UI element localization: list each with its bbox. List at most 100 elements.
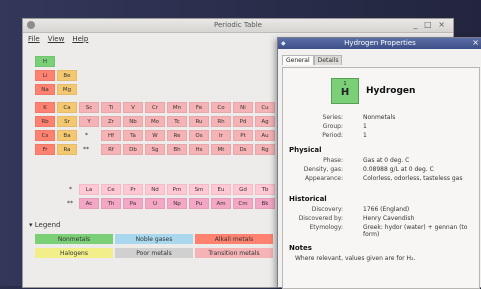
main-window-title: Periodic Table <box>214 21 262 29</box>
legend-nonmetals[interactable]: Nonmetals <box>35 234 113 244</box>
element-cell[interactable]: Sm <box>189 184 209 195</box>
element-cell[interactable]: Cm <box>233 198 253 209</box>
element-cell[interactable]: U <box>145 198 165 209</box>
element-cell[interactable]: Cu <box>255 102 275 113</box>
element-cell[interactable]: Mn <box>167 102 187 113</box>
element-cell[interactable]: Bh <box>167 144 187 155</box>
element-cell[interactable]: Sr <box>57 116 77 127</box>
element-cell[interactable]: Ce <box>101 184 121 195</box>
element-cell[interactable]: Nd <box>145 184 165 195</box>
element-cell[interactable]: Pm <box>167 184 187 195</box>
element-cell[interactable]: La <box>79 184 99 195</box>
element-cell[interactable]: Db <box>123 144 143 155</box>
element-cell[interactable]: Am <box>211 198 231 209</box>
element-cell[interactable]: Rg <box>255 144 275 155</box>
element-cell[interactable]: Nb <box>123 116 143 127</box>
element-symbol-tile: 1 H <box>331 78 359 104</box>
legend-alkali-metals[interactable]: Alkali metals <box>195 234 273 244</box>
element-cell[interactable]: Be <box>57 70 77 81</box>
element-cell[interactable]: Na <box>35 84 55 95</box>
element-cell[interactable]: Ru <box>189 116 209 127</box>
actinide-marker: ** <box>83 146 89 153</box>
element-cell[interactable]: Pu <box>189 198 209 209</box>
etymology-label: Etymology: <box>309 224 344 231</box>
legend-header-label: Legend <box>34 221 61 229</box>
menu-view[interactable]: View <box>48 35 65 43</box>
element-cell[interactable]: Pt <box>233 130 253 141</box>
element-cell[interactable]: Sg <box>145 144 165 155</box>
legend-poor-metals[interactable]: Poor metals <box>115 248 193 258</box>
element-cell[interactable]: Pd <box>233 116 253 127</box>
element-cell[interactable]: Ra <box>57 144 77 155</box>
tab-general[interactable]: General <box>282 55 314 65</box>
element-cell[interactable]: Tc <box>167 116 187 127</box>
element-cell[interactable]: Co <box>211 102 231 113</box>
element-cell[interactable]: Ds <box>233 144 253 155</box>
element-cell[interactable]: Ta <box>123 130 143 141</box>
tab-details[interactable]: Details <box>313 55 343 65</box>
element-cell[interactable]: Os <box>189 130 209 141</box>
element-cell[interactable]: Fr <box>35 144 55 155</box>
phase-label: Phase: <box>323 157 343 164</box>
element-cell[interactable]: Tb <box>255 184 275 195</box>
element-cell[interactable]: Gd <box>233 184 253 195</box>
legend-halogens[interactable]: Halogens <box>35 248 113 258</box>
element-symbol: H <box>340 87 350 98</box>
series-value: Nonmetals <box>363 114 396 121</box>
menu-file[interactable]: File <box>28 35 40 43</box>
element-cell[interactable]: Rf <box>101 144 121 155</box>
hydrogen-properties-window: ◆ Hydrogen Properties × General Details … <box>277 37 481 289</box>
element-cell[interactable]: Sc <box>79 102 99 113</box>
element-cell[interactable]: Bk <box>255 198 275 209</box>
element-cell[interactable]: Pr <box>123 184 143 195</box>
appearance-label: Appearance: <box>304 175 343 182</box>
element-cell[interactable]: Eu <box>211 184 231 195</box>
main-titlebar[interactable]: Periodic Table _ □ × <box>23 19 453 33</box>
group-value: 1 <box>363 123 367 130</box>
general-panel: 1 H Hydrogen Series: Nonmetals Group: 1 … <box>282 67 480 289</box>
element-cell[interactable]: Pa <box>123 198 143 209</box>
element-cell[interactable]: Y <box>79 116 99 127</box>
element-cell[interactable]: Rh <box>211 116 231 127</box>
element-cell[interactable]: Mt <box>211 144 231 155</box>
element-cell[interactable]: Au <box>255 130 275 141</box>
element-cell[interactable]: Rb <box>35 116 55 127</box>
element-cell[interactable]: Ac <box>79 198 99 209</box>
element-cell[interactable]: K <box>35 102 55 113</box>
element-cell[interactable]: Ag <box>255 116 275 127</box>
element-cell[interactable]: Hf <box>101 130 121 141</box>
element-cell[interactable]: Li <box>35 70 55 81</box>
actinide-row-marker: ** <box>67 200 73 207</box>
element-cell[interactable]: Mg <box>57 84 77 95</box>
element-cell[interactable]: Ba <box>57 130 77 141</box>
density-value: 0.08988 g/L at 0 deg. C <box>363 166 434 173</box>
element-name: Hydrogen <box>366 86 416 96</box>
element-cell[interactable]: Th <box>101 198 121 209</box>
discovery-value: 1766 (England) <box>363 206 410 213</box>
element-cell[interactable]: H <box>35 56 55 67</box>
element-cell[interactable]: Re <box>167 130 187 141</box>
element-cell[interactable]: W <box>145 130 165 141</box>
menu-help[interactable]: Help <box>72 35 88 43</box>
element-cell[interactable]: Mo <box>145 116 165 127</box>
notes-header: Notes <box>289 244 312 252</box>
close-icon[interactable]: × <box>472 38 479 47</box>
element-cell[interactable]: Hs <box>189 144 209 155</box>
element-cell[interactable]: Ir <box>211 130 231 141</box>
element-cell[interactable]: Fe <box>189 102 209 113</box>
element-cell[interactable]: Np <box>167 198 187 209</box>
window-controls[interactable]: _ □ × <box>414 20 447 29</box>
legend-noble-gases[interactable]: Noble gases <box>115 234 193 244</box>
properties-titlebar[interactable]: ◆ Hydrogen Properties × <box>278 38 481 49</box>
element-cell[interactable]: Ca <box>57 102 77 113</box>
legend-expander-icon[interactable]: ▾ <box>29 221 33 229</box>
element-cell[interactable]: V <box>123 102 143 113</box>
element-cell[interactable]: Cr <box>145 102 165 113</box>
element-cell[interactable]: Ti <box>101 102 121 113</box>
element-cell[interactable]: Ni <box>233 102 253 113</box>
legend-transition-metals[interactable]: Transition metals <box>195 248 273 258</box>
element-cell[interactable]: Zr <box>101 116 121 127</box>
element-cell[interactable]: Cs <box>35 130 55 141</box>
group-label: Group: <box>322 123 343 130</box>
legend-header[interactable]: ▾ Legend <box>29 221 60 229</box>
